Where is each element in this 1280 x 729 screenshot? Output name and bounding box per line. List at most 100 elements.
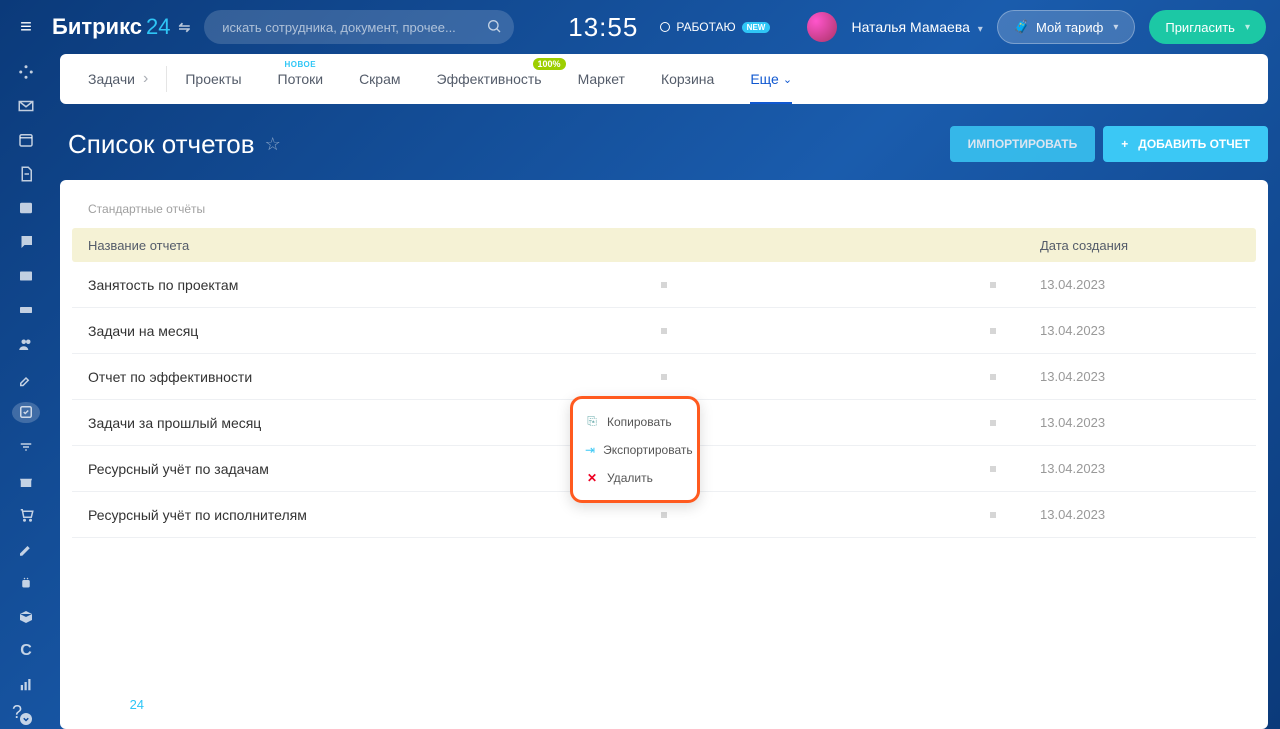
page-title: Список отчетов [68,129,255,160]
topbar: ≡ Битрикс 24 ⇋ 13:55 РАБОТАЮ NEW Наталья… [0,0,1280,54]
content-card: Стандартные отчёты Название отчета Дата … [60,180,1268,729]
separator: | [618,697,621,712]
copyright-icon: © [148,699,155,710]
page-actions: ИМПОРТИРОВАТЬ + ДОБАВИТЬ ОТЧЕТ [950,126,1268,162]
android-icon[interactable] [13,573,39,593]
new-badge: НОВОЕ [284,60,316,69]
calendar-icon[interactable] [13,130,39,150]
copyright-text: © «Битрикс», 2024 [274,697,386,712]
search-icon[interactable] [486,18,502,39]
drag-icon[interactable] [990,328,996,334]
add-report-button[interactable]: + ДОБАВИТЬ ОТЧЕТ [1103,126,1268,162]
work-status[interactable]: РАБОТАЮ NEW [660,20,770,34]
separator: | [554,697,557,712]
people-icon[interactable] [13,334,39,354]
drag-icon[interactable] [661,328,667,334]
drag-icon[interactable] [990,282,996,288]
chart-icon[interactable] [13,675,39,695]
help-icon[interactable]: ? [12,702,22,723]
sync-icon: ⇋ [179,19,191,36]
tab-tasks[interactable]: Задачи [70,54,166,104]
contact-icon[interactable] [13,198,39,218]
chevron-down-icon: ▾ [978,24,983,35]
import-button[interactable]: ИМПОРТИРОВАТЬ [950,126,1096,162]
clock: 13:55 [568,12,638,43]
ctx-delete[interactable]: ✕ Удалить [573,464,697,492]
col-date: Дата создания [1040,238,1240,253]
drag-icon[interactable] [990,374,996,380]
logo-text: Битрикс [52,14,142,40]
tariff-button[interactable]: 🧳 Мой тариф ▾ [997,10,1136,44]
new-badge: NEW [742,22,771,33]
main: Задачи Проекты НОВОЕ Потоки Скрам Эффект… [52,54,1280,729]
chevron-down-icon: ▾ [1245,22,1250,33]
tab-flows[interactable]: НОВОЕ Потоки [260,54,342,104]
tab-projects[interactable]: Проекты [167,54,259,104]
table-head: Название отчета Дата создания [72,228,1256,262]
star-icon[interactable]: ☆ [265,134,281,155]
link-implement[interactable]: Заказать внедрение [417,697,539,712]
tab-more[interactable]: Еще ⌄ [732,54,810,104]
footer: Битрикс24 © Русский ▾ © «Битрикс», 2024 … [52,679,1280,729]
tab-market[interactable]: Маркет [560,54,643,104]
pencil-icon[interactable] [13,539,39,559]
letter-c-icon[interactable]: С [13,641,39,661]
col-name: Название отчета [88,238,1040,253]
language-selector[interactable]: Русский ▾ [180,691,259,718]
document-icon[interactable] [13,164,39,184]
record-icon [660,22,670,32]
sign-icon[interactable] [13,368,39,388]
drag-icon[interactable] [661,282,667,288]
filter-icon[interactable] [13,437,39,457]
store-icon[interactable] [13,471,39,491]
tasks-icon[interactable] [12,402,40,424]
drag-icon[interactable] [990,466,996,472]
delete-icon: ✕ [585,471,599,485]
chevron-down-icon: ⌄ [783,73,792,86]
page-head: Список отчетов ☆ ИМПОРТИРОВАТЬ + ДОБАВИТ… [68,126,1268,162]
drag-icon[interactable] [990,420,996,426]
sidebar: С [0,54,52,729]
table-row[interactable]: Отчет по эффективности 13.04.2023 [72,354,1256,400]
chevron-down-icon: ▾ [1113,22,1118,33]
work-status-text: РАБОТАЮ [676,20,735,34]
invite-button[interactable]: Пригласить ▾ [1149,10,1266,44]
user-name[interactable]: Наталья Мамаева ▾ [851,19,982,35]
logo[interactable]: Битрикс 24 ⇋ [52,14,190,40]
box-icon[interactable] [13,607,39,627]
menu-tabs: Задачи Проекты НОВОЕ Потоки Скрам Эффект… [60,54,1268,104]
tab-efficiency[interactable]: Эффективность 100% [419,54,560,104]
search-input[interactable] [204,10,514,44]
export-icon: ⇥ [585,443,595,457]
separator: | [400,697,403,712]
copy-icon: ⎘ [585,414,599,429]
table-row[interactable]: Задачи на месяц 13.04.2023 [72,308,1256,354]
drag-icon[interactable] [661,374,667,380]
footer-logo[interactable]: Битрикс24 © [66,691,166,718]
context-menu: ⎘ Копировать ⇥ Экспортировать ✕ Удалить [570,396,700,503]
logo-number: 24 [146,14,170,40]
ctx-export[interactable]: ⇥ Экспортировать [573,436,697,464]
drag-icon[interactable] [990,512,996,518]
mail-icon[interactable] [13,96,39,116]
search-wrap [204,10,514,44]
chevron-down-icon: ▾ [244,699,249,710]
drive-icon[interactable] [13,300,39,320]
tab-scrum[interactable]: Скрам [341,54,418,104]
section-label: Стандартные отчёты [88,202,1256,216]
case-icon: 🧳 [1014,19,1030,35]
news-icon[interactable] [13,266,39,286]
tab-trash[interactable]: Корзина [643,54,732,104]
cart-icon[interactable] [13,505,39,525]
table-row[interactable]: Занятость по проектам 13.04.2023 [72,262,1256,308]
hamburger-icon[interactable]: ≡ [14,16,38,39]
link-themes[interactable]: Темы [571,697,604,712]
layout: С Задачи Проекты НОВОЕ Потоки Скрам Эффе… [0,54,1280,729]
drag-icon[interactable] [661,512,667,518]
plus-icon: + [1121,137,1128,151]
link-print[interactable]: Печать [635,697,678,712]
avatar[interactable] [807,12,837,42]
chat-icon[interactable] [13,232,39,252]
loading-icon[interactable] [13,62,39,82]
ctx-copy[interactable]: ⎘ Копировать [573,407,697,436]
